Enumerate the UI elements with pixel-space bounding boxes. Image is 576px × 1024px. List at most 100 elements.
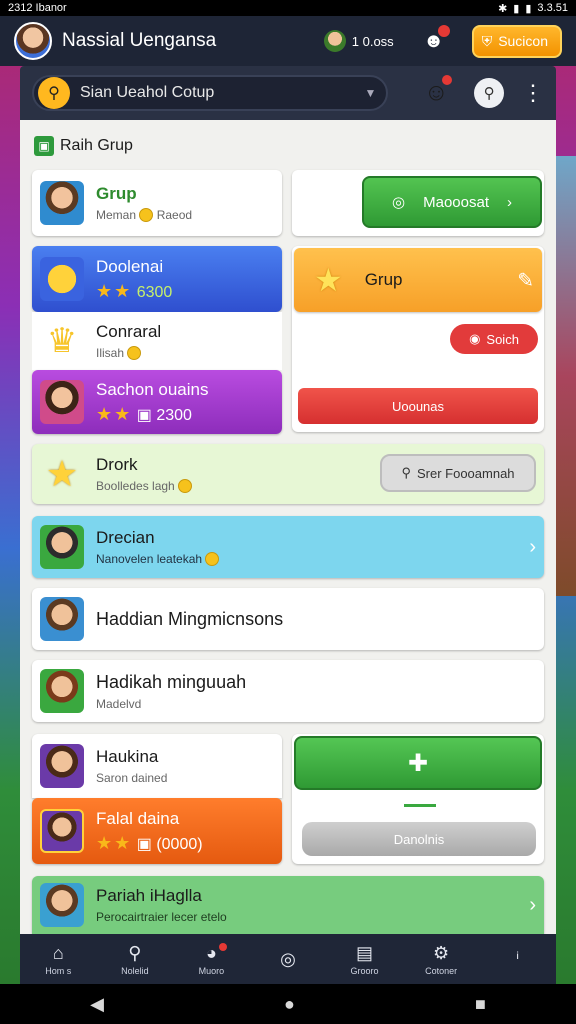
- nav-label: Hom s: [45, 965, 72, 976]
- card-hadikah[interactable]: Hadikah minguuah Madelvd: [32, 660, 544, 722]
- search-icon: ⚲: [401, 465, 411, 480]
- card-title: Grup: [364, 270, 403, 289]
- danolnis-button[interactable]: Danolnis: [302, 822, 536, 856]
- nav-search[interactable]: ⚲ Nolelid: [105, 943, 165, 976]
- battery-icon: ▮: [525, 2, 532, 15]
- nav-settings[interactable]: ⚙ Cotoner: [411, 943, 471, 976]
- search-foodmah-button[interactable]: ⚲ Srer Foooamnah: [380, 454, 536, 492]
- friend-avatar-icon: [323, 30, 346, 52]
- card-subtitle: Nanovelen leatekah: [96, 551, 220, 567]
- card-title: Sachon ouains: [96, 379, 209, 399]
- card-drecian[interactable]: Drecian Nanovelen leatekah ›: [32, 516, 544, 578]
- section-title: ▣ Raih Grup: [34, 136, 133, 156]
- friends-button[interactable]: ☺: [416, 73, 456, 113]
- status-right: ✱ ▮ ▮ 3.3.51: [498, 2, 568, 15]
- nav-home[interactable]: ⌂ Hom s: [28, 943, 88, 976]
- search-icon: ⚲: [128, 942, 142, 963]
- app-header: Nassial Uengansa 1 0.oss ☻ ⛨ Sucicon: [0, 16, 576, 66]
- card-score: (0000): [156, 835, 203, 853]
- group-avatar: [40, 597, 84, 641]
- danolnis-button-label: Danolnis: [393, 831, 445, 847]
- card-subtitle-text: Ilisah: [96, 345, 125, 360]
- card-title: Hadikah minguuah: [96, 671, 247, 692]
- chat-icon: ◕: [205, 942, 217, 963]
- notifications-button[interactable]: ☻: [420, 25, 450, 55]
- card-doolenai[interactable]: Doolenai ★★ 6300: [32, 246, 282, 312]
- card-title: Grup: [96, 183, 137, 203]
- card-grup[interactable]: Grup Meman Raeod: [32, 170, 282, 236]
- shield-action-label: Sucicon: [498, 33, 548, 49]
- shield-action-button[interactable]: ⛨ Sucicon: [471, 24, 562, 58]
- stars-icon: ★★: [96, 832, 133, 853]
- chevron-down-icon[interactable]: ▼: [364, 86, 376, 100]
- card-title: Conraral: [96, 321, 162, 341]
- nav-info[interactable]: ⁱ: [488, 949, 548, 970]
- search-input[interactable]: ⚲ Sian Ueahol Cotup ▼: [32, 75, 389, 111]
- card-sachon[interactable]: Sachon ouains ★★ ▣ 2300: [32, 370, 282, 434]
- card-subtitle: Ilisah: [96, 346, 161, 361]
- masonat-button-label: Maooosat: [423, 193, 489, 211]
- search-toolbar: ⚲ Sian Ueahol Cotup ▼ ☺ ⚲ ⋮: [20, 66, 556, 120]
- nav-label: Nolelid: [121, 965, 149, 976]
- card-rating: ★★ ▣ 2300: [96, 404, 208, 425]
- info-icon: ⁱ: [516, 948, 520, 969]
- divider: [404, 804, 436, 807]
- search-icon: ⚲: [38, 77, 70, 109]
- coins-value: 1 0.oss: [351, 33, 394, 49]
- notification-badge: [437, 25, 450, 37]
- uoounas-button[interactable]: Uoounas: [298, 388, 538, 424]
- masonat-button[interactable]: ◎ Maooosat ›: [362, 176, 542, 228]
- crown-icon: ♛: [46, 322, 78, 360]
- status-battery-text: 3.3.51: [537, 2, 568, 14]
- compass-icon: ◎: [280, 948, 296, 969]
- card-conraral[interactable]: ♛ Conraral Ilisah: [32, 312, 282, 370]
- star-icon: ★: [314, 262, 343, 298]
- target-icon: ◎: [392, 194, 406, 211]
- section-title-text: Raih Grup: [60, 137, 133, 154]
- add-member-button[interactable]: ✚: [294, 736, 542, 790]
- group-icon: ▣: [34, 136, 54, 156]
- star-icon: ★: [45, 453, 79, 494]
- home-circle-icon[interactable]: ●: [284, 994, 295, 1015]
- search-foodmah-label: Srer Foooamnah: [416, 465, 515, 481]
- signal-icon: ▮: [513, 2, 520, 15]
- card-haukina[interactable]: Haukina Saron dained: [32, 734, 282, 798]
- back-icon[interactable]: ◀: [90, 994, 104, 1015]
- more-options-icon[interactable]: ⋮: [522, 80, 544, 106]
- card-rating: ★★ 6300: [96, 281, 172, 302]
- shield-icon: ⛨: [481, 32, 493, 49]
- nav-label: Grooro: [350, 965, 379, 976]
- recents-icon[interactable]: ■: [475, 994, 486, 1015]
- nav-compass[interactable]: ◎: [258, 949, 318, 970]
- card-subtitle-text: Nanovelen leatekah: [96, 551, 203, 566]
- stars-icon: ★★: [96, 403, 133, 424]
- search-button[interactable]: ⚲: [474, 78, 505, 108]
- card-pariah[interactable]: Pariah iHaglla Perocairtraier lecer etel…: [32, 876, 544, 934]
- soich-button[interactable]: ◉ Soich: [450, 324, 538, 354]
- card-title: Doolenai: [96, 256, 164, 276]
- bottom-nav: ⌂ Hom s ⚲ Nolelid ◕ Muoro ◎ ▤ Grooro ⚙ C…: [20, 934, 556, 984]
- card-hadian[interactable]: Haddian Mingmicnsons: [32, 588, 544, 650]
- group-avatar: [40, 380, 84, 424]
- card-falal[interactable]: Falal daina ★★ ▣ (0000): [32, 798, 282, 864]
- nav-chat[interactable]: ◕ Muoro: [181, 942, 241, 976]
- mascot-icon: [40, 257, 84, 301]
- profile-avatar[interactable]: [14, 22, 52, 60]
- coin-icon: [205, 552, 220, 567]
- card-title: Pariah iHaglla: [96, 886, 202, 905]
- edit-icon[interactable]: ✎: [517, 268, 534, 293]
- card-title: Haddian Mingmicnsons: [96, 608, 284, 629]
- gift-icon: ▣: [136, 406, 152, 424]
- coin-icon: [139, 208, 154, 223]
- nav-box[interactable]: ▤ Grooro: [335, 943, 395, 976]
- chat-badge: [219, 942, 228, 951]
- chevron-right-icon: ›: [529, 535, 536, 558]
- group-avatar: [40, 809, 84, 853]
- info-icon: ◉: [469, 331, 481, 346]
- group-avatar: [40, 744, 84, 788]
- group-avatar: [40, 525, 84, 569]
- card-grup-orange[interactable]: ★ Grup ✎: [294, 248, 542, 312]
- card-subtitle: Meman Raeod: [96, 208, 192, 223]
- uoounas-button-label: Uoounas: [391, 398, 445, 414]
- card-title: Falal daina: [96, 808, 180, 828]
